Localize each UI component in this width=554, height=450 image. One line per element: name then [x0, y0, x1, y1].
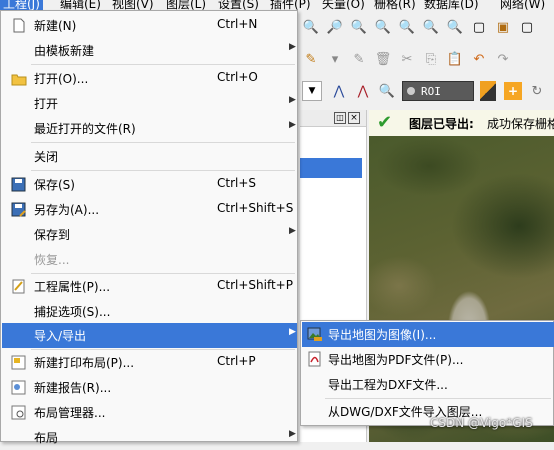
- menu-separator: [31, 142, 295, 143]
- import-export-submenu: 导出地图为图像(I)... 导出地图为PDF文件(P)... 导出工程为DXF文…: [300, 320, 554, 426]
- menu-item-new-print-layout[interactable]: 新建打印布局(P)... Ctrl+P: [2, 350, 297, 375]
- menu-web[interactable]: 网络(W): [500, 0, 545, 10]
- zoom-selection-icon[interactable]: 🔍: [374, 18, 392, 36]
- layout-manager-icon: [11, 405, 27, 420]
- submenu-arrow-icon: ▶: [289, 226, 296, 236]
- menu-project[interactable]: 工程(J): [0, 0, 43, 10]
- export-pdf-icon: [307, 351, 323, 367]
- roi-button[interactable]: ROI: [402, 81, 474, 101]
- zoom-native-icon[interactable]: 🔍: [398, 18, 416, 36]
- save-icon: [11, 177, 27, 192]
- submenu-arrow-icon: ▶: [289, 327, 296, 337]
- roi-circle-icon: [407, 87, 415, 95]
- menu-edit[interactable]: 编辑(E): [60, 0, 101, 10]
- map-tips-icon[interactable]: ▢: [518, 18, 536, 36]
- menu-item-snapping-options[interactable]: 捕捉选项(S)...: [2, 299, 297, 324]
- submenu-arrow-icon: ▶: [289, 120, 296, 130]
- export-image-icon: [307, 326, 323, 342]
- menu-item-save-as[interactable]: 另存为(A)... Ctrl+Shift+S: [2, 197, 297, 222]
- copy-features-icon[interactable]: ⎘: [422, 50, 440, 68]
- watermark: CSDN @Vigo*GIS: [430, 416, 533, 430]
- project-menu: 新建(N) Ctrl+N 由模板新建 ▶ 打开(O)... Ctrl+O 打开 …: [0, 10, 298, 445]
- zoom-layer-icon[interactable]: 🔍: [350, 18, 368, 36]
- undo-icon[interactable]: ↶: [470, 50, 488, 68]
- message-bar: ✔ 图层已导出: 成功保存栅格: [369, 110, 554, 137]
- menu-item-import-export[interactable]: 导入/导出 ▶: [2, 323, 297, 348]
- cut-features-icon[interactable]: ✂: [398, 50, 416, 68]
- submenu-item-export-pdf[interactable]: 导出地图为PDF文件(P)...: [302, 347, 554, 372]
- new-print-layout-icon: [11, 355, 27, 370]
- submenu-item-export-image[interactable]: 导出地图为图像(I)...: [302, 322, 554, 347]
- zoom-out-icon[interactable]: 🔎: [326, 18, 344, 36]
- add-plus-icon[interactable]: +: [504, 82, 522, 100]
- menu-item-open-from[interactable]: 打开 ▶: [2, 91, 297, 116]
- new-map-view-icon[interactable]: ▢: [470, 18, 488, 36]
- layers-panel-header: ◫ ×: [300, 110, 366, 127]
- submenu-arrow-icon: ▶: [289, 429, 296, 439]
- menu-item-new[interactable]: 新建(N) Ctrl+N: [2, 13, 297, 38]
- menu-item-layout-manager[interactable]: 布局管理器...: [2, 400, 297, 425]
- map-navigation-toolbar: 🔍 🔎 🔍 🔍 🔍 🔍 🔍 ▢ ▣ ▢: [298, 10, 554, 42]
- open-folder-icon: [11, 71, 27, 86]
- menu-item-project-properties[interactable]: 工程属性(P)... Ctrl+Shift+P: [2, 274, 297, 299]
- message-title: 图层已导出:: [409, 117, 474, 131]
- menu-layer[interactable]: 图层(L): [166, 0, 206, 10]
- float-panel-icon[interactable]: ◫: [334, 112, 346, 124]
- menubar: 工程(J) 编辑(E) 视图(V) 图层(L) 设置(S) 插件(P) 矢量(O…: [0, 0, 554, 10]
- new-file-icon: [11, 18, 27, 33]
- menu-item-open[interactable]: 打开(O)... Ctrl+O: [2, 66, 297, 91]
- toggle-editing-icon[interactable]: ✎: [302, 50, 320, 68]
- menu-separator: [31, 170, 295, 171]
- zoom-last-icon[interactable]: 🔍: [422, 18, 440, 36]
- menu-view[interactable]: 视图(V): [112, 0, 154, 10]
- menu-item-save[interactable]: 保存(S) Ctrl+S: [2, 172, 297, 197]
- submenu-item-export-dxf[interactable]: 导出工程为DXF文件...: [302, 372, 554, 397]
- add-feature-icon[interactable]: ✎: [350, 50, 368, 68]
- roi-label: ROI: [421, 85, 441, 98]
- classify-icon[interactable]: [480, 81, 496, 101]
- menu-raster[interactable]: 栅格(R): [374, 0, 416, 10]
- close-panel-icon[interactable]: ×: [348, 112, 360, 124]
- georeferencer-icon[interactable]: ⋀: [354, 82, 372, 100]
- menu-item-new-from-template[interactable]: 由模板新建 ▶: [2, 38, 297, 63]
- bookmark-icon[interactable]: ▣: [494, 18, 512, 36]
- menu-settings[interactable]: 设置(S): [218, 0, 259, 10]
- menu-item-layouts[interactable]: 布局 ▶: [2, 425, 297, 450]
- menu-item-save-to[interactable]: 保存到 ▶: [2, 222, 297, 247]
- project-properties-icon: [11, 279, 27, 294]
- menu-plugins[interactable]: 插件(P): [270, 0, 311, 10]
- save-as-icon: [11, 202, 27, 217]
- zoom-next-icon[interactable]: 🔍: [446, 18, 464, 36]
- layer-style-icon[interactable]: ⋀: [330, 82, 348, 100]
- submenu-arrow-icon: ▶: [289, 95, 296, 105]
- delete-selected-icon[interactable]: 🗑: [374, 50, 392, 68]
- paste-features-icon[interactable]: 📋: [446, 50, 464, 68]
- menu-separator: [31, 64, 295, 65]
- identify-icon[interactable]: 🔍: [378, 82, 396, 100]
- raster-toolbar: ▼ ⋀ ⋀ 🔍 ROI + ↻: [298, 76, 554, 106]
- menu-item-revert: 恢复...: [34, 253, 70, 267]
- menu-item-close[interactable]: 关闭: [2, 144, 297, 169]
- menu-database[interactable]: 数据库(D): [424, 0, 479, 10]
- zoom-in-icon[interactable]: 🔍: [302, 18, 320, 36]
- menu-vector[interactable]: 矢量(O): [322, 0, 365, 10]
- new-report-icon: [11, 380, 27, 395]
- submenu-arrow-icon: ▶: [289, 42, 296, 52]
- menu-item-recent[interactable]: 最近打开的文件(R) ▶: [2, 116, 297, 141]
- menu-item-new-report[interactable]: 新建报告(R)...: [2, 375, 297, 400]
- success-check-icon: ✔: [377, 112, 393, 133]
- selected-layer-row[interactable]: [300, 158, 362, 178]
- save-edits-icon[interactable]: ▾: [326, 50, 344, 68]
- dropdown-arrow-icon[interactable]: ▼: [302, 81, 322, 101]
- refresh-icon[interactable]: ↻: [528, 82, 546, 100]
- message-text: 成功保存栅格: [487, 117, 554, 131]
- redo-icon[interactable]: ↷: [494, 50, 512, 68]
- digitizing-toolbar: ✎ ▾ ✎ 🗑 ✂ ⎘ 📋 ↶ ↷: [298, 42, 554, 76]
